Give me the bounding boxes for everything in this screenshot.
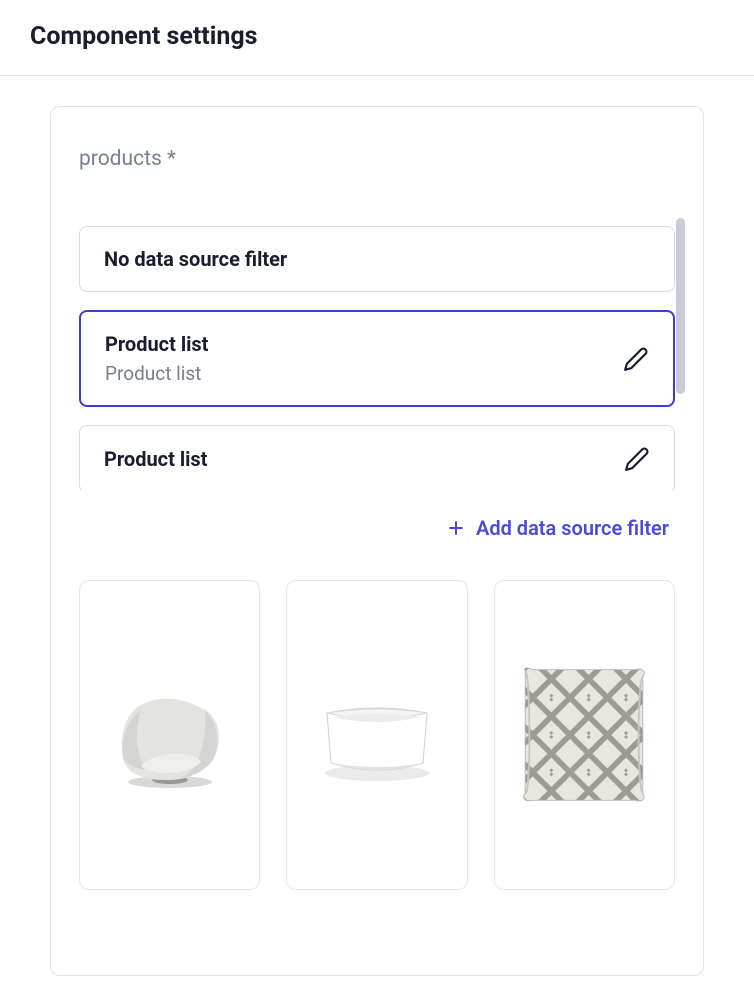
product-card-bowl[interactable] [286,580,467,890]
pencil-icon[interactable] [624,446,650,472]
product-card-chair[interactable] [79,580,260,890]
header: Component settings [0,0,754,76]
page-title: Component settings [30,22,724,51]
product-image-pillow [514,665,654,805]
option-texts: No data source filter [104,247,287,271]
option-title: Product list [105,332,208,356]
field-label-products: products * [79,147,675,171]
filter-option-none[interactable]: No data source filter [79,226,675,292]
scrollbar[interactable] [676,218,685,394]
option-title: Product list [104,447,207,471]
option-texts: Product list [104,447,207,471]
options-list: No data source filter Product list Produ… [79,226,675,490]
product-image-chair [100,665,240,805]
option-texts: Product list Product list [105,332,208,385]
option-subtitle: Product list [105,362,208,385]
content-outer: products * No data source filter Product… [0,106,754,976]
add-filter-label: Add data source filter [476,516,669,540]
products-preview-grid [79,580,675,890]
option-clipped-wrap: Product list [79,425,675,490]
product-card-pillow[interactable] [494,580,675,890]
filter-option-product-list-2[interactable]: Product list [79,425,675,490]
add-data-source-filter-button[interactable]: Add data source filter [79,516,675,540]
product-image-bowl [307,665,447,805]
filter-option-product-list-1[interactable]: Product list Product list [79,310,675,407]
pencil-icon[interactable] [623,346,649,372]
settings-panel: products * No data source filter Product… [50,106,704,976]
plus-icon [446,518,466,538]
option-title: No data source filter [104,247,287,271]
